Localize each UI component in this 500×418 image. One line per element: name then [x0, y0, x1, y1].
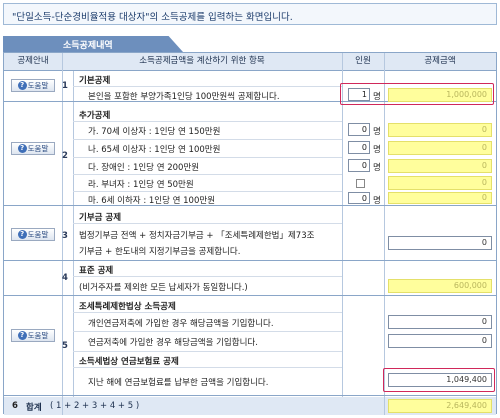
personal-pension-desc: 개인연금저축에 가입한 경우 해당금액을 기입합니다. — [88, 319, 274, 329]
woman-amount-field: 0 — [388, 176, 492, 190]
total-title: 합계 — [26, 403, 42, 413]
question-icon: ? — [17, 230, 27, 239]
child6-amount-field: 0 — [388, 192, 492, 204]
row-number-4: 4 — [62, 273, 68, 283]
question-icon: ? — [17, 144, 27, 153]
header-guide: 공제안내 — [4, 53, 62, 71]
highlight-box — [383, 368, 495, 392]
donation-desc-1: 법정기부금 전액 + 정치자금기부금 + 「조세특례제한법」제73조 — [79, 231, 315, 241]
sub-divider — [73, 331, 342, 332]
section-tab-title: 소득공제내역 — [3, 36, 183, 52]
row-number-1: 1 — [62, 81, 68, 91]
highlight-box — [340, 83, 494, 105]
sub-divider — [73, 367, 342, 368]
question-icon: ? — [17, 331, 27, 340]
row-number-6: 6 — [12, 401, 18, 411]
help-button-basic[interactable]: ? 도움말 — [11, 79, 55, 92]
unit-person: 명 — [373, 127, 381, 137]
total-formula: ( 1 + 2 + 3 + 4 + 5 ) — [50, 401, 140, 411]
child6-count-input[interactable]: 0 — [348, 192, 370, 204]
pension-insurance-desc: 지난 해에 연금보험료를 납부한 금액을 기입합니다. — [88, 378, 269, 388]
sub-divider — [73, 191, 342, 192]
row-divider — [4, 205, 496, 206]
standard-deduction-desc: (비거주자를 제외한 모든 납세자가 동일합니다.) — [79, 283, 248, 293]
additional-line-disabled: 다. 장애인 : 1인당 연 200만원 — [88, 163, 200, 173]
senior70-amount-field: 0 — [388, 123, 492, 137]
screen-description-banner: "단일소득-단순경비율적용 대상자"의 소득공제를 입력하는 화면입니다. — [3, 3, 497, 25]
additional-line-child6: 마. 6세 이하자 : 1인당 연 100만원 — [88, 196, 216, 206]
row-divider — [4, 260, 496, 261]
additional-deduction-title: 추가공제 — [79, 111, 111, 121]
basic-deduction-desc: 본인을 포함한 부양가족1인당 100만원씩 공제합니다. — [88, 92, 280, 102]
senior65-count-input[interactable]: 0 — [348, 141, 370, 154]
sub-divider — [73, 351, 342, 352]
basic-deduction-title: 기본공제 — [79, 76, 111, 86]
row-divider — [4, 395, 496, 396]
sub-divider — [73, 86, 342, 87]
donation-desc-2: 기부금 + 한도내의 지정기부금을 공제합니다. — [79, 247, 241, 257]
question-icon: ? — [17, 81, 27, 90]
row-number-3: 3 — [62, 231, 68, 241]
additional-line-senior70: 가. 70세 이상자 : 1인당 연 150만원 — [88, 127, 221, 137]
pension-insurance-title: 소득세법상 연금보험료 공제 — [79, 357, 179, 367]
help-label: 도움말 — [27, 230, 49, 239]
sub-divider — [73, 157, 342, 158]
disabled-amount-field: 0 — [388, 159, 492, 173]
unit-person: 명 — [373, 145, 381, 155]
standard-deduction-title: 표준 공제 — [79, 266, 114, 276]
header-people: 인원 — [342, 53, 384, 71]
help-label: 도움말 — [27, 81, 49, 90]
column-divider — [73, 71, 74, 397]
additional-line-woman: 라. 부녀자 : 1인당 연 50만원 — [88, 180, 194, 190]
row-number-5: 5 — [62, 341, 68, 351]
header-amount: 공제금액 — [384, 53, 496, 71]
sub-divider — [73, 276, 342, 277]
personal-pension-amount-input[interactable]: 0 — [388, 315, 492, 329]
column-divider — [62, 397, 63, 415]
header-items: 소득공제금액을 계산하기 위한 항목 — [62, 53, 342, 71]
disabled-count-input[interactable]: 0 — [348, 159, 370, 172]
help-label: 도움말 — [27, 331, 49, 340]
sub-divider — [73, 223, 342, 224]
senior70-count-input[interactable]: 0 — [348, 123, 370, 136]
row-divider — [4, 295, 496, 296]
row-number-2: 2 — [62, 151, 68, 161]
woman-householder-checkbox[interactable] — [356, 179, 365, 188]
sub-divider — [73, 174, 342, 175]
sub-divider — [73, 139, 342, 140]
help-button-donation[interactable]: ? 도움말 — [11, 228, 55, 241]
pension-savings-desc: 연금저축에 가입한 경우 해당금액을 기입합니다. — [88, 338, 258, 348]
pension-savings-amount-input[interactable]: 0 — [388, 334, 492, 348]
column-divider — [384, 397, 385, 415]
unit-person: 명 — [373, 196, 381, 206]
total-amount-field: 2,649,400 — [388, 399, 492, 413]
special-deduction-title: 조세특례제한법상 소득공제 — [79, 302, 176, 312]
senior65-amount-field: 0 — [388, 141, 492, 155]
additional-line-senior65: 나. 65세 이상자 : 1인당 연 100만원 — [88, 145, 221, 155]
help-button-additional[interactable]: ? 도움말 — [11, 142, 55, 155]
donation-amount-input[interactable]: 0 — [388, 236, 492, 250]
unit-person: 명 — [373, 163, 381, 173]
help-button-special[interactable]: ? 도움말 — [11, 329, 55, 342]
standard-amount-field: 600,000 — [388, 279, 492, 293]
total-row: 6 합계 ( 1 + 2 + 3 + 4 + 5 ) 2,649,400 — [4, 397, 496, 415]
sub-divider — [73, 121, 342, 122]
donation-deduction-title: 기부금 공제 — [79, 213, 122, 223]
deduction-panel: 공제안내 소득공제금액을 계산하기 위한 항목 인원 공제금액 ? 도움말 1 … — [3, 52, 497, 415]
help-label: 도움말 — [27, 144, 49, 153]
sub-divider — [73, 312, 342, 313]
banner-text: "단일소득-단순경비율적용 대상자"의 소득공제를 입력하는 화면입니다. — [12, 12, 293, 23]
